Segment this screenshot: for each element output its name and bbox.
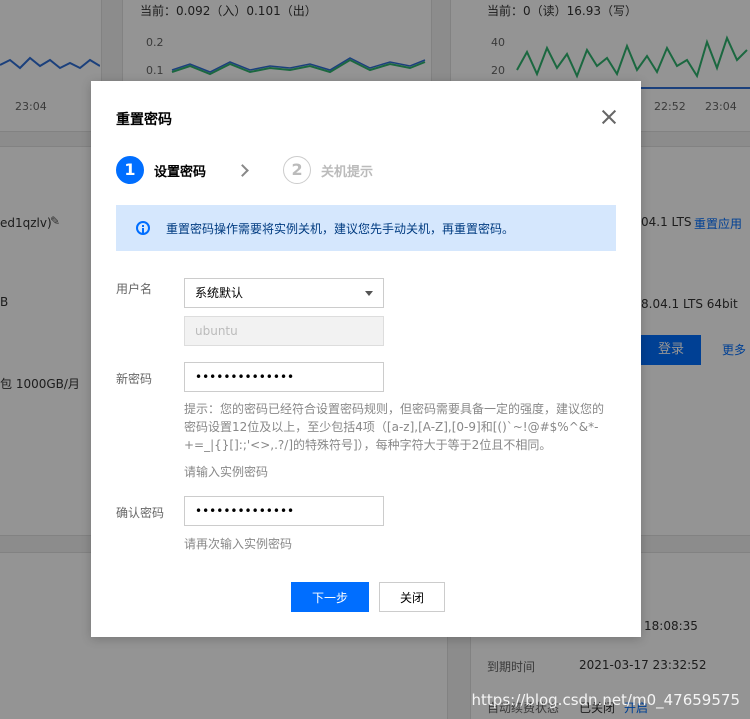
watermark-text: https://blog.csdn.net/m0_47659575: [471, 691, 740, 709]
new-password-input[interactable]: [184, 362, 384, 392]
info-banner: 重置密码操作需要将实例关机，建议您先手动关机，再重置密码。: [116, 205, 616, 251]
caret-down-icon: [365, 291, 373, 296]
username-label: 用户名: [116, 282, 153, 296]
close-icon[interactable]: [601, 109, 617, 125]
password-hint: 提示：您的密码已经符合设置密码规则，但密码需要具备一定的强度，建议您的密码设置1…: [184, 402, 605, 452]
step-2-label: 关机提示: [321, 164, 374, 180]
next-button[interactable]: 下一步: [291, 582, 369, 612]
confirm-password-subhint: 请再次输入实例密码: [184, 537, 293, 551]
username-input[interactable]: [184, 316, 384, 346]
username-select-value: 系统默认: [195, 286, 244, 300]
step-1-number: 1: [116, 156, 144, 184]
reset-password-dialog: 重置密码 1 设置密码 2 关机提示 重置密码操作需要将实例关机，建议您先手动关…: [91, 81, 641, 637]
chevron-right-icon: [236, 163, 249, 177]
dialog-title: 重置密码: [116, 112, 172, 128]
new-password-subhint: 请输入实例密码: [184, 465, 269, 479]
confirm-password-label: 确认密码: [116, 506, 165, 520]
step-2-number: 2: [283, 156, 312, 184]
confirm-password-input[interactable]: [184, 496, 384, 526]
info-text: 重置密码操作需要将实例关机，建议您先手动关机，再重置密码。: [166, 221, 515, 236]
step-1-label: 设置密码: [154, 164, 207, 180]
close-button[interactable]: 关闭: [379, 582, 445, 612]
stepper: 1 设置密码 2 关机提示: [116, 155, 373, 185]
info-icon: [136, 221, 150, 235]
new-password-label: 新密码: [116, 372, 153, 386]
username-select[interactable]: 系统默认: [184, 278, 384, 308]
